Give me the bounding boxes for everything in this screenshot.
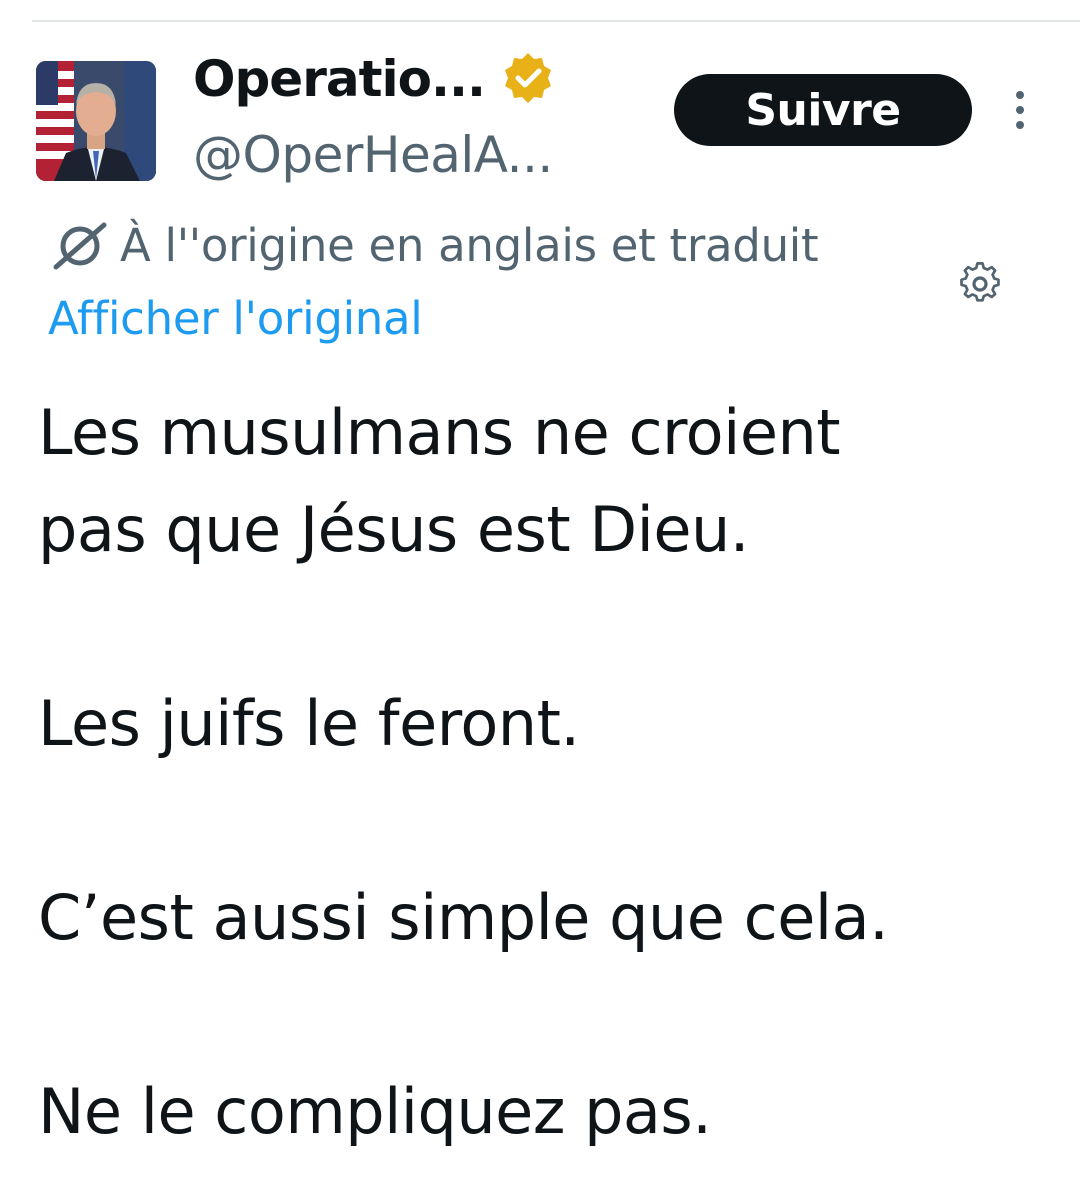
author-handle[interactable]: @OperHealA... xyxy=(193,126,553,184)
gear-icon[interactable] xyxy=(958,262,1002,306)
follow-button[interactable]: Suivre xyxy=(674,74,972,146)
tweet-line: Ne le compliquez pas. xyxy=(38,1075,712,1148)
avatar-photo-icon xyxy=(36,61,156,181)
top-divider xyxy=(32,20,1080,22)
avatar[interactable] xyxy=(36,61,156,181)
author-name-row: Operatio... xyxy=(193,44,557,114)
tweet-line: pas que Jésus est Dieu. xyxy=(38,493,749,566)
verified-badge-icon[interactable] xyxy=(499,50,557,108)
tweet-line: C’est aussi simple que cela. xyxy=(38,881,889,954)
show-original-link[interactable]: Afficher l'original xyxy=(48,292,423,345)
tweet-text: Les musulmans ne croient pas que Jésus e… xyxy=(38,384,1068,1160)
tweet-line: Les juifs le feront. xyxy=(38,687,580,760)
translation-row: À l''origine en anglais et traduit xyxy=(48,212,819,278)
translation-note: À l''origine en anglais et traduit xyxy=(120,218,819,272)
author-name[interactable]: Operatio... xyxy=(193,50,486,108)
translate-icon xyxy=(53,222,107,270)
tweet-line: Les musulmans ne croient xyxy=(38,396,841,469)
more-options-icon[interactable] xyxy=(1008,88,1032,132)
